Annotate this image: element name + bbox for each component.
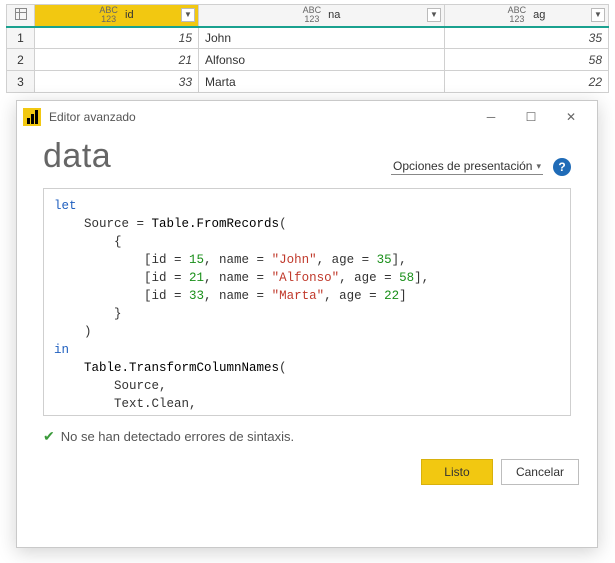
advanced-editor-dialog: Editor avanzado ─ ☐ ✕ data Opciones de p… <box>16 100 598 548</box>
row-number: 1 <box>7 27 35 49</box>
check-icon: ✔ <box>43 428 55 445</box>
column-header-id[interactable]: ABC123 id ▼ <box>35 5 199 27</box>
cell[interactable]: 33 <box>35 71 199 93</box>
row-number: 3 <box>7 71 35 93</box>
cell[interactable]: Alfonso <box>199 49 445 71</box>
code-editor[interactable]: let Source = Table.FromRecords( { [id = … <box>43 188 571 416</box>
column-name: ag <box>533 9 545 21</box>
query-title: data <box>43 137 111 176</box>
presentation-label: Opciones de presentación <box>393 159 532 173</box>
done-label: Listo <box>444 465 469 479</box>
cell[interactable]: 22 <box>445 71 609 93</box>
cancel-label: Cancelar <box>516 465 564 479</box>
cell[interactable]: Marta <box>199 71 445 93</box>
done-button[interactable]: Listo <box>421 459 493 485</box>
cell[interactable]: 15 <box>35 27 199 49</box>
presentation-options-dropdown[interactable]: Opciones de presentación ▾ <box>391 159 543 175</box>
column-name: na <box>328 9 340 21</box>
chevron-down-icon[interactable]: ▼ <box>181 8 195 22</box>
abc123-icon: ABC123 <box>303 6 322 24</box>
table-icon <box>15 8 27 20</box>
cell[interactable]: 35 <box>445 27 609 49</box>
chevron-down-icon: ▾ <box>536 161 541 172</box>
cell[interactable]: 21 <box>35 49 199 71</box>
syntax-status: ✔ No se han detectado errores de sintaxi… <box>43 428 571 445</box>
column-header-ag[interactable]: ABC123 ag ▼ <box>445 5 609 27</box>
table-row[interactable]: 2 21 Alfonso 58 <box>7 49 609 71</box>
help-icon[interactable]: ? <box>553 158 571 176</box>
table-corner[interactable] <box>7 5 35 27</box>
column-name: id <box>125 9 134 21</box>
status-text: No se han detectado errores de sintaxis. <box>61 429 294 444</box>
abc123-icon: ABC123 <box>508 6 527 24</box>
column-header-na[interactable]: ABC123 na ▼ <box>199 5 445 27</box>
powerbi-icon <box>23 108 41 126</box>
chevron-down-icon[interactable]: ▼ <box>427 8 441 22</box>
titlebar[interactable]: Editor avanzado ─ ☐ ✕ <box>17 101 597 133</box>
cell[interactable]: John <box>199 27 445 49</box>
table-row[interactable]: 1 15 John 35 <box>7 27 609 49</box>
window-title: Editor avanzado <box>49 110 136 124</box>
abc123-icon: ABC123 <box>99 6 118 24</box>
chevron-down-icon[interactable]: ▼ <box>591 8 605 22</box>
minimize-button[interactable]: ─ <box>471 103 511 131</box>
table-row[interactable]: 3 33 Marta 22 <box>7 71 609 93</box>
data-table: ABC123 id ▼ ABC123 na ▼ ABC123 ag ▼ 1 <box>6 4 609 93</box>
data-preview: ABC123 id ▼ ABC123 na ▼ ABC123 ag ▼ 1 <box>0 0 615 93</box>
maximize-button[interactable]: ☐ <box>511 103 551 131</box>
cell[interactable]: 58 <box>445 49 609 71</box>
close-button[interactable]: ✕ <box>551 103 591 131</box>
row-number: 2 <box>7 49 35 71</box>
cancel-button[interactable]: Cancelar <box>501 459 579 485</box>
